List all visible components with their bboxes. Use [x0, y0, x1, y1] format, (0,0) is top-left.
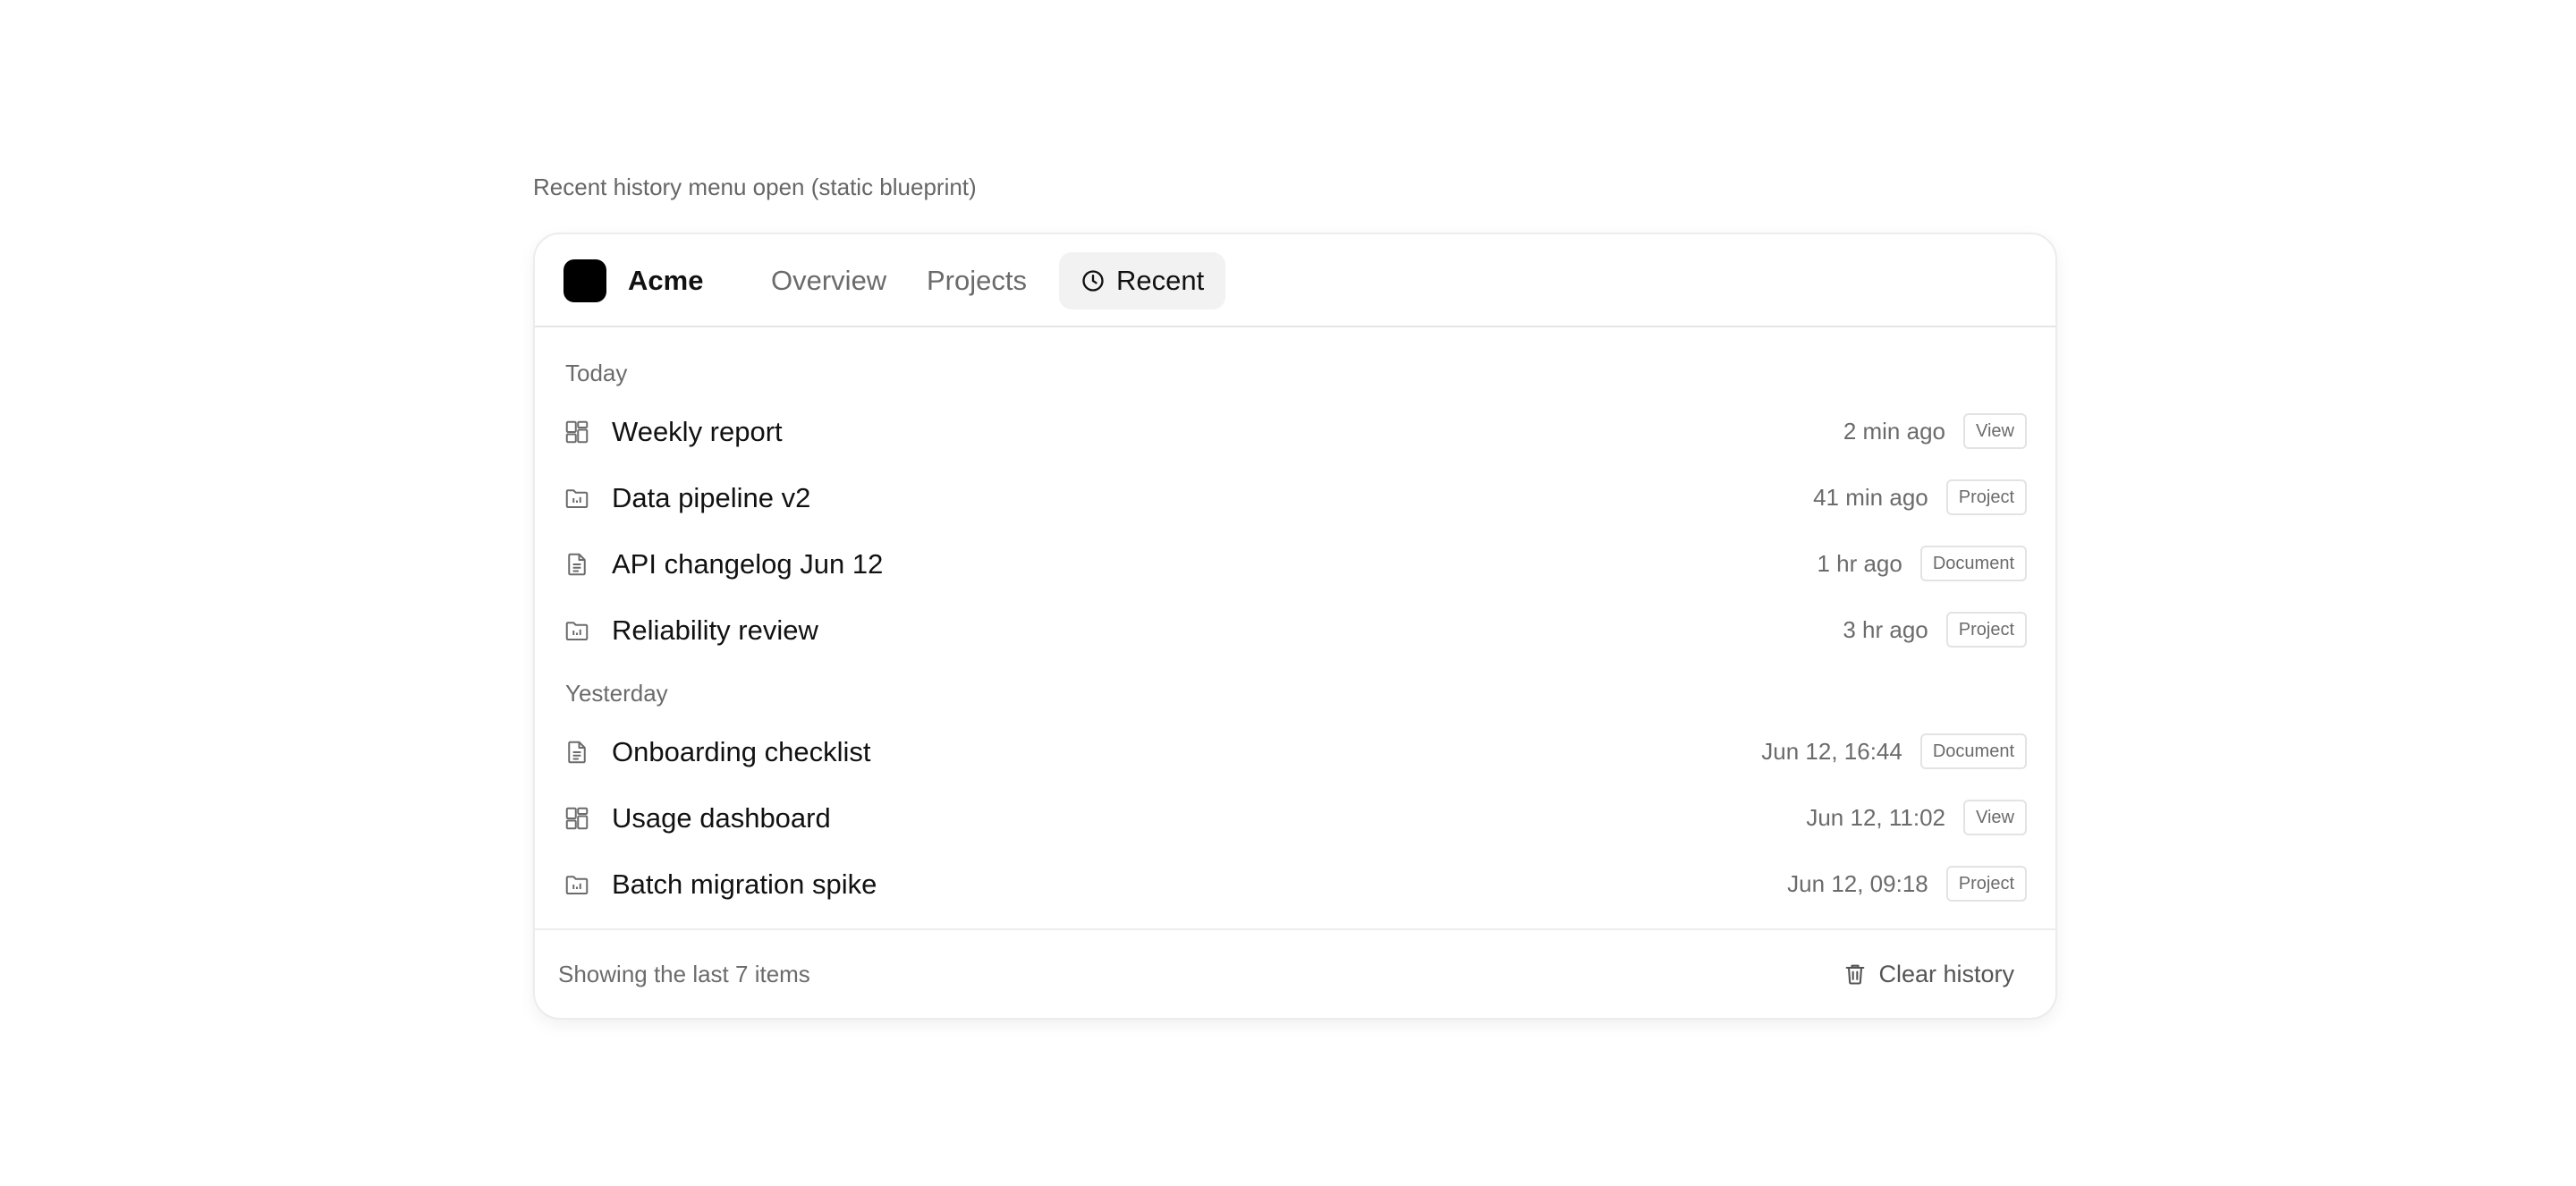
tab-label: Overview: [771, 265, 887, 296]
history-count-text: Showing the last 7 items: [558, 961, 810, 987]
history-item-time: 3 hr ago: [1843, 616, 1928, 643]
clear-history-label: Clear history: [1878, 960, 2014, 987]
dashboard-icon: [565, 420, 589, 444]
section-label-today: Today: [565, 360, 628, 386]
tab-label: Projects: [927, 265, 1027, 296]
history-item-title: Data pipeline v2: [612, 482, 811, 513]
history-item-time: Jun 12, 11:02: [1806, 804, 1945, 831]
history-item[interactable]: Onboarding checklist Jun 12, 16:44 Docum…: [535, 719, 2055, 785]
history-item[interactable]: Weekly report 2 min ago View: [535, 399, 2055, 465]
history-item-time: 41 min ago: [1813, 484, 1928, 511]
history-item-title: Usage dashboard: [612, 802, 831, 834]
type-badge: Project: [1945, 866, 2027, 902]
section-label-yesterday: Yesterday: [565, 680, 668, 707]
document-icon: [568, 741, 586, 764]
history-item-title: Batch migration spike: [612, 868, 877, 900]
trash-icon: [1846, 964, 1865, 985]
clear-history-button[interactable]: Clear history: [1830, 953, 2027, 995]
menu-footer: Showing the last 7 items Clear history: [535, 928, 2055, 1018]
folder-chart-icon: [565, 489, 589, 508]
history-item-title: API changelog Jun 12: [612, 548, 884, 580]
type-badge: View: [1963, 800, 2027, 835]
type-badge: Project: [1945, 479, 2027, 515]
history-item[interactable]: API changelog Jun 12 1 hr ago Document: [535, 531, 2055, 597]
history-item-time: Jun 12, 09:18: [1787, 870, 1928, 897]
type-badge: Project: [1945, 612, 2027, 648]
history-item[interactable]: Usage dashboard Jun 12, 11:02 View: [535, 785, 2055, 851]
history-item-time: Jun 12, 16:44: [1761, 738, 1902, 765]
history-item-title: Onboarding checklist: [612, 736, 871, 767]
folder-chart-icon: [565, 622, 589, 640]
history-item-title: Reliability review: [612, 614, 818, 646]
brand-logo[interactable]: [564, 259, 606, 302]
tab-label: Recent: [1116, 265, 1205, 296]
type-badge: Document: [1919, 546, 2027, 581]
dashboard-icon: [565, 807, 589, 830]
clock-icon: [1082, 270, 1104, 292]
type-badge: View: [1963, 413, 2027, 449]
history-item[interactable]: Batch migration spike Jun 12, 09:18 Proj…: [535, 851, 2055, 918]
brand-name[interactable]: Acme: [628, 261, 703, 301]
document-icon: [568, 553, 586, 576]
history-item[interactable]: Reliability review 3 hr ago Project: [535, 597, 2055, 664]
tab-projects[interactable]: Projects: [905, 252, 1048, 309]
history-item-time: 1 hr ago: [1817, 550, 1902, 577]
type-badge: Document: [1919, 733, 2027, 769]
history-item[interactable]: Data pipeline v2 41 min ago Project: [535, 465, 2055, 531]
page-caption: Recent history menu open (static bluepri…: [533, 174, 977, 200]
folder-chart-icon: [565, 876, 589, 894]
app-panel: Acme Overview Projects Recent Today Week…: [533, 233, 2057, 1020]
tab-overview[interactable]: Overview: [750, 252, 908, 309]
history-item-time: 2 min ago: [1843, 418, 1945, 445]
top-navbar: Acme Overview Projects Recent: [535, 234, 2055, 327]
history-item-title: Weekly report: [612, 416, 783, 447]
tab-recent[interactable]: Recent: [1059, 252, 1226, 309]
